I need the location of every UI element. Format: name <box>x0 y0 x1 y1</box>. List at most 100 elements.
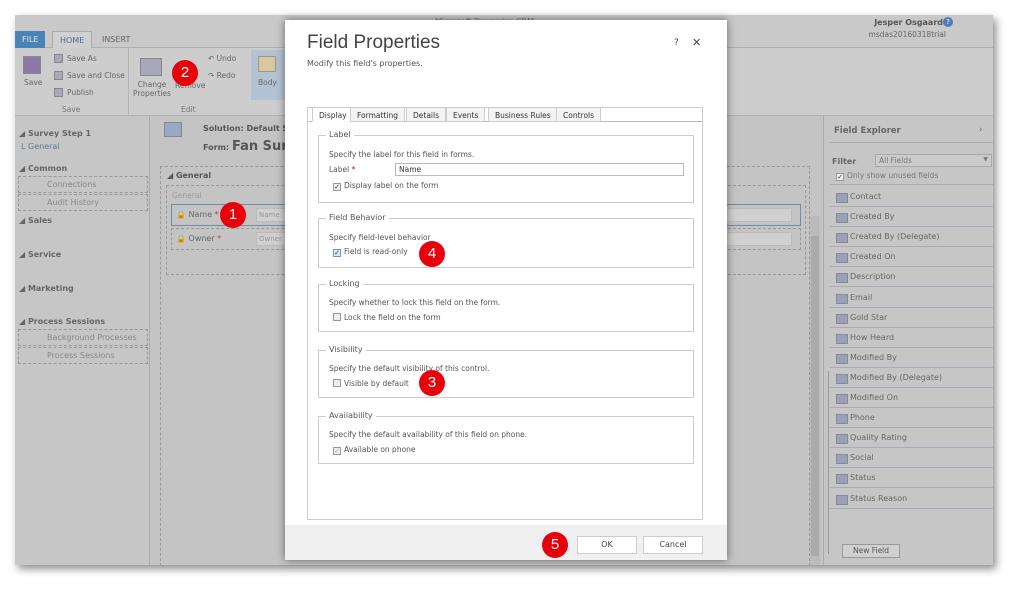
availability-title: Availability <box>326 411 376 420</box>
callout-badge-2: 2 <box>172 60 198 86</box>
tab-display[interactable]: Display <box>312 107 354 122</box>
scrollbar-thumb[interactable] <box>811 236 819 556</box>
nav-item-connections[interactable]: Connections <box>18 176 148 193</box>
field-explorer-item[interactable]: Phone <box>830 408 993 429</box>
tab-insert[interactable]: INSERT <box>95 31 137 48</box>
divider <box>830 184 993 185</box>
visible-by-default-checkbox[interactable]: Visible by default <box>333 379 409 388</box>
label-section: Label Specify the label for this field i… <box>318 130 694 203</box>
field-explorer-item[interactable]: Social <box>830 448 993 469</box>
nav-step-general[interactable]: L General <box>21 142 60 151</box>
save-icon[interactable] <box>23 56 41 74</box>
tab-events[interactable]: Events <box>446 107 486 122</box>
publish-button[interactable]: Publish <box>67 88 94 97</box>
field-explorer-item[interactable]: Gold Star <box>830 308 993 328</box>
filter-select[interactable]: All Fields ▼ <box>875 154 992 167</box>
ok-button[interactable]: OK <box>577 536 637 554</box>
callout-badge-3: 3 <box>419 370 445 396</box>
new-field-button[interactable]: New Field <box>842 544 900 558</box>
field-explorer-item[interactable]: Status Reason <box>830 489 993 509</box>
field-explorer-item[interactable]: Modified By <box>830 348 993 368</box>
lock-field-checkbox[interactable]: Lock the field on the form <box>333 313 441 322</box>
label-section-desc: Specify the label for this field in form… <box>329 150 475 159</box>
tab-business-rules[interactable]: Business Rules <box>488 107 558 122</box>
close-icon[interactable]: ✕ <box>692 36 701 49</box>
save-close-button[interactable]: Save and Close <box>67 71 125 80</box>
locking-desc: Specify whether to lock this field on th… <box>329 298 501 307</box>
field-explorer-item[interactable]: Created On <box>830 247 993 268</box>
only-unused-checkbox[interactable]: ✓ Only show unused fields <box>836 171 938 181</box>
change-properties-button[interactable]: Change Properties <box>132 80 172 98</box>
body-button[interactable]: Body <box>251 50 286 100</box>
body-label: Body <box>258 78 277 87</box>
help-icon[interactable]: ? <box>943 17 953 27</box>
nav-step-label: Survey Step 1 <box>27 129 92 138</box>
checkbox-box <box>333 379 341 387</box>
locking-title: Locking <box>326 279 363 288</box>
nav-item-background-processes[interactable]: Background Processes <box>18 329 148 346</box>
nav-group-service[interactable]: ◢ Service <box>19 250 61 259</box>
field-explorer-item[interactable]: Email <box>830 288 993 308</box>
field-explorer-item[interactable]: Created By <box>830 207 993 228</box>
nav-step[interactable]: ◢ Survey Step 1 <box>19 129 91 138</box>
nav-group-marketing[interactable]: ◢ Marketing <box>19 284 74 293</box>
dialog-subtitle: Modify this field's properties. <box>307 59 423 68</box>
field-explorer-item[interactable]: Description <box>830 267 993 288</box>
available-on-phone-checkbox[interactable]: ✓ Available on phone <box>333 445 416 455</box>
redo-button[interactable]: ↷ Redo <box>208 71 236 80</box>
display-label-checkbox[interactable]: ✓ Display label on the form <box>333 181 438 191</box>
visibility-desc: Specify the default visibility of this c… <box>329 364 490 373</box>
tab-controls[interactable]: Controls <box>556 107 602 122</box>
tab-formatting[interactable]: Formatting <box>350 107 405 122</box>
field-explorer-item[interactable]: Created By (Delegate) <box>830 227 993 248</box>
save-as-button[interactable]: Save As <box>67 54 97 63</box>
lock-field-text: Lock the field on the form <box>344 313 441 322</box>
collapse-chevron-icon[interactable]: › <box>979 125 983 135</box>
nav-item-audit-history[interactable]: Audit History <box>18 194 148 211</box>
nav-group-common[interactable]: ◢ Common <box>19 164 67 173</box>
field-explorer-item[interactable]: Contact <box>830 187 993 207</box>
undo-button[interactable]: ↶ Undo <box>208 54 236 63</box>
nav-group-sales[interactable]: ◢ Sales <box>19 216 52 225</box>
locking-section: Locking Specify whether to lock this fie… <box>318 279 694 332</box>
nav-item-process-sessions[interactable]: Process Sessions <box>18 347 148 364</box>
label-field-label: Label * <box>329 165 356 174</box>
change-properties-icon <box>140 58 162 76</box>
field-explorer-item[interactable]: Modified On <box>830 388 993 408</box>
scrollbar[interactable] <box>810 216 820 565</box>
field-explorer-item[interactable]: Quality Rating <box>830 428 993 449</box>
nav-step-sub-label: General <box>28 142 60 151</box>
chevron-down-icon: ▼ <box>983 156 988 163</box>
tab-details[interactable]: Details <box>406 107 447 122</box>
filter-label: Filter <box>832 157 857 166</box>
field-label: Name <box>188 210 213 219</box>
tab-general-title: ◢ General <box>167 171 212 180</box>
read-only-checkbox[interactable]: ✓ Field is read-only <box>333 247 408 257</box>
divider <box>830 142 993 143</box>
filter-value: All Fields <box>879 156 912 165</box>
tab-general-label: General <box>175 171 212 180</box>
label-input[interactable]: Name <box>395 163 684 176</box>
cancel-button[interactable]: Cancel <box>643 536 703 554</box>
save-close-icon <box>54 71 63 80</box>
tab-home[interactable]: HOME <box>52 31 93 48</box>
redo-label: Redo <box>216 71 236 80</box>
field-properties-dialog: Field Properties Modify this field's pro… <box>285 20 727 560</box>
tab-file[interactable]: FILE <box>15 31 46 48</box>
nav-group-label: Process Sessions <box>27 317 106 326</box>
field-explorer-item[interactable]: Status <box>830 468 993 489</box>
field-explorer-item[interactable]: Modified By (Delegate) <box>830 368 993 388</box>
user-name[interactable]: Jesper Osgaard <box>874 18 943 27</box>
field-behavior-desc: Specify field-level behavior <box>329 233 431 242</box>
nav-group-process-sessions[interactable]: ◢ Process Sessions <box>19 317 105 326</box>
field-name-label: 🔒 Name * <box>176 210 219 219</box>
help-button[interactable]: ? <box>674 38 679 48</box>
field-explorer-item[interactable]: How Heard <box>830 328 993 348</box>
nav-group-label: Sales <box>27 216 53 225</box>
field-owner-label: 🔒 Owner * <box>176 234 222 243</box>
save-button[interactable]: Save <box>24 78 42 87</box>
check-icon: ✓ <box>333 183 341 191</box>
divider <box>828 371 829 554</box>
visible-by-default-text: Visible by default <box>344 379 409 388</box>
divider <box>128 48 129 116</box>
